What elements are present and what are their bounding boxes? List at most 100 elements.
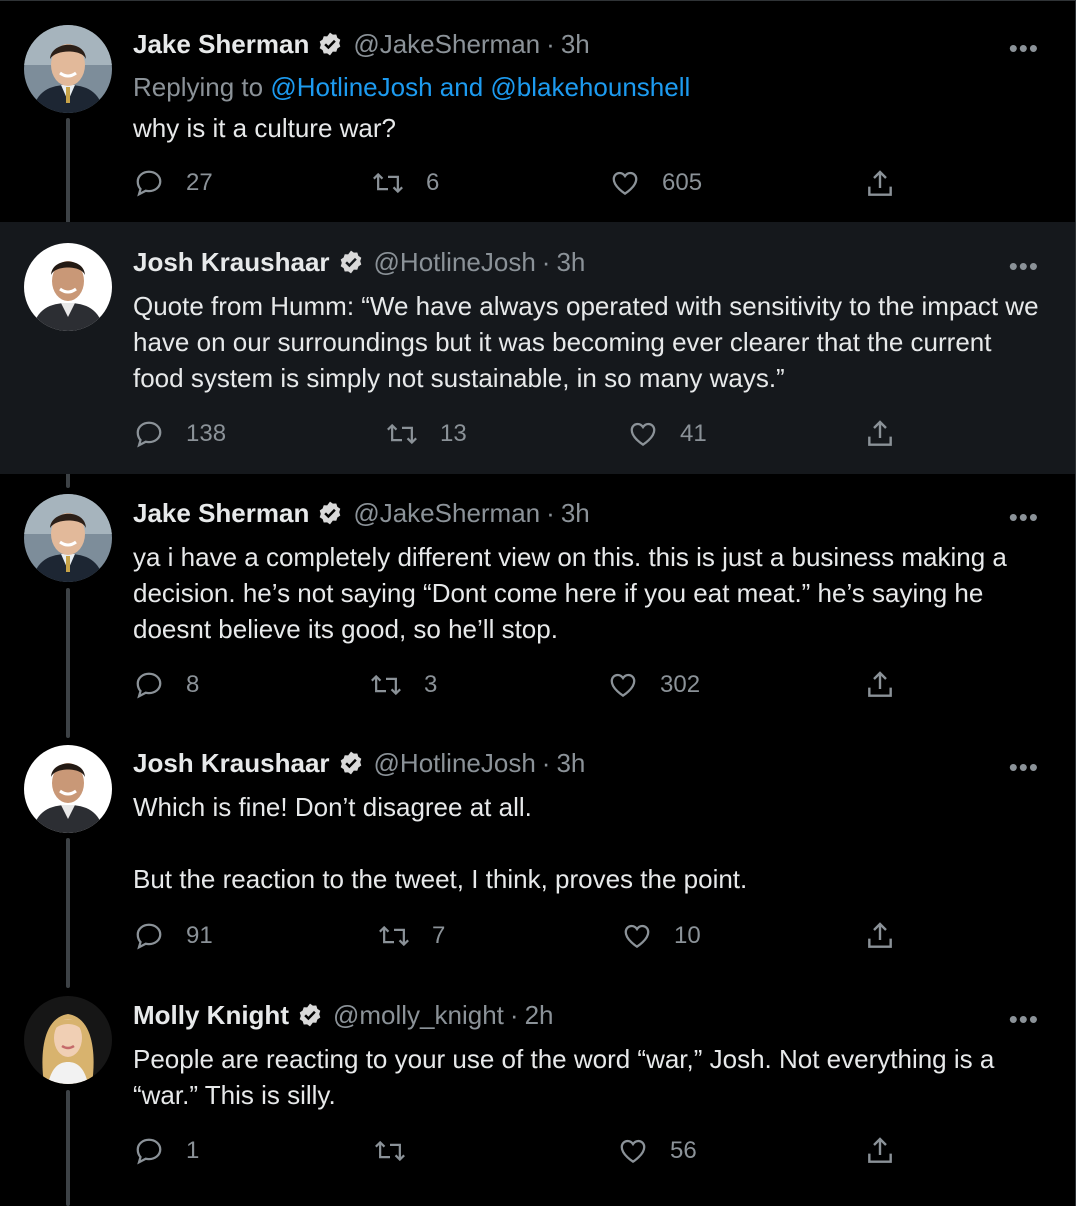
tweet[interactable]: Josh Kraushaar @HotlineJosh · 3h ••• Whi…	[0, 724, 1075, 976]
like-button[interactable]: 41	[628, 419, 707, 449]
reply-button[interactable]: 27	[134, 168, 213, 198]
separator-dot: ·	[541, 246, 551, 277]
tweet-header: Josh Kraushaar @HotlineJosh · 3h	[133, 245, 585, 279]
reply-button[interactable]: 1	[134, 1136, 199, 1166]
retweet-icon	[374, 1136, 406, 1166]
share-button[interactable]	[864, 1135, 896, 1167]
verified-badge-icon	[338, 249, 364, 275]
reply-button[interactable]: 91	[134, 921, 213, 951]
replying-to-links[interactable]: @HotlineJosh and @blakehounshell	[270, 72, 690, 102]
tweet-header: Molly Knight @molly_knight · 2h	[133, 998, 553, 1032]
share-button[interactable]	[864, 418, 896, 450]
user-handle[interactable]: @HotlineJosh	[374, 247, 536, 278]
like-count: 605	[662, 169, 703, 196]
tweet[interactable]: Jake Sherman @JakeSherman · 3h ••• ya i …	[0, 474, 1075, 724]
like-icon	[628, 419, 658, 449]
share-icon	[864, 418, 896, 450]
tweet-text: Quote from Humm: “We have always operate…	[133, 291, 1046, 393]
retweet-icon	[378, 921, 410, 951]
retweet-icon	[372, 168, 404, 198]
tweet-header: Jake Sherman @JakeSherman · 3h	[133, 27, 590, 61]
display-name[interactable]: Josh Kraushaar	[133, 247, 330, 278]
verified-badge-icon	[317, 31, 343, 57]
share-button[interactable]	[864, 669, 896, 701]
like-icon	[618, 1136, 648, 1166]
reply-count: 27	[186, 169, 213, 196]
retweet-button[interactable]: 7	[378, 921, 445, 951]
separator-dot: ·	[509, 999, 519, 1030]
share-button[interactable]	[864, 920, 896, 952]
reply-icon	[134, 419, 164, 449]
verified-badge-icon	[317, 500, 343, 526]
retweet-button[interactable]: 13	[386, 419, 467, 449]
avatar[interactable]	[24, 25, 112, 113]
timestamp[interactable]: 3h	[561, 29, 590, 60]
timestamp[interactable]: 3h	[561, 498, 590, 529]
like-icon	[622, 921, 652, 951]
reply-icon	[134, 921, 164, 951]
like-button[interactable]: 605	[610, 168, 702, 198]
retweet-icon	[386, 419, 418, 449]
reply-icon	[134, 670, 164, 700]
display-name[interactable]: Josh Kraushaar	[133, 748, 330, 779]
avatar[interactable]	[24, 996, 112, 1084]
timestamp[interactable]: 2h	[525, 1000, 554, 1031]
like-icon	[610, 168, 640, 198]
like-button[interactable]: 56	[618, 1136, 697, 1166]
replying-to: Replying to @HotlineJosh and @blakehouns…	[133, 72, 690, 103]
like-count: 56	[670, 1137, 697, 1164]
tweet-header: Jake Sherman @JakeSherman · 3h	[133, 496, 590, 530]
tweet-text: why is it a culture war?	[133, 113, 396, 143]
display-name[interactable]: Molly Knight	[133, 1000, 289, 1031]
separator-dot: ·	[546, 28, 555, 59]
tweet-header: Josh Kraushaar @HotlineJosh · 3h	[133, 746, 585, 780]
retweet-button[interactable]: 3	[370, 670, 437, 700]
user-handle[interactable]: @JakeSherman	[353, 498, 540, 529]
reply-count: 1	[186, 1137, 200, 1164]
timestamp[interactable]: 3h	[556, 247, 585, 278]
reply-button[interactable]: 138	[134, 419, 226, 449]
share-icon	[864, 669, 896, 701]
display-name[interactable]: Jake Sherman	[133, 29, 309, 60]
retweet-button[interactable]: 6	[372, 168, 439, 198]
display-name[interactable]: Jake Sherman	[133, 498, 309, 529]
tweet[interactable]: Molly Knight @molly_knight · 2h ••• Peop…	[0, 976, 1075, 1206]
like-button[interactable]: 10	[622, 921, 701, 951]
retweet-icon	[370, 670, 402, 700]
like-icon	[608, 670, 638, 700]
tweet[interactable]: Josh Kraushaar @HotlineJosh · 3h ••• Quo…	[0, 222, 1075, 474]
separator-dot: ·	[541, 747, 551, 778]
reply-count: 91	[186, 922, 213, 949]
timestamp[interactable]: 3h	[556, 748, 585, 779]
more-icon[interactable]: •••	[1009, 1004, 1039, 1035]
share-button[interactable]	[864, 168, 896, 200]
retweet-count: 6	[426, 169, 440, 196]
like-count: 302	[660, 671, 701, 698]
user-handle[interactable]: @HotlineJosh	[374, 748, 536, 779]
retweet-count: 7	[432, 922, 446, 949]
tweet[interactable]: Jake Sherman @JakeSherman · 3h ••• Reply…	[0, 0, 1075, 222]
more-icon[interactable]: •••	[1009, 752, 1039, 783]
separator-dot: ·	[546, 497, 555, 528]
reply-icon	[134, 168, 164, 198]
like-count: 10	[674, 922, 701, 949]
avatar[interactable]	[24, 745, 112, 833]
retweet-button[interactable]	[374, 1136, 428, 1166]
like-count: 41	[680, 420, 707, 447]
retweet-count: 3	[424, 671, 438, 698]
reply-icon	[134, 1136, 164, 1166]
reply-button[interactable]: 8	[134, 670, 199, 700]
verified-badge-icon	[297, 1002, 323, 1028]
user-handle[interactable]: @molly_knight	[333, 1000, 504, 1031]
like-button[interactable]: 302	[608, 670, 700, 700]
tweet-text: People are reacting to your use of the w…	[133, 1044, 1002, 1110]
avatar[interactable]	[24, 494, 112, 582]
verified-badge-icon	[338, 750, 364, 776]
more-icon[interactable]: •••	[1009, 251, 1039, 282]
more-icon[interactable]: •••	[1009, 502, 1039, 533]
user-handle[interactable]: @JakeSherman	[353, 29, 540, 60]
tweet-text: Which is fine! Don’t disagree at all. Bu…	[133, 792, 748, 894]
share-icon	[864, 168, 896, 200]
more-icon[interactable]: •••	[1009, 33, 1039, 64]
avatar[interactable]	[24, 243, 112, 331]
